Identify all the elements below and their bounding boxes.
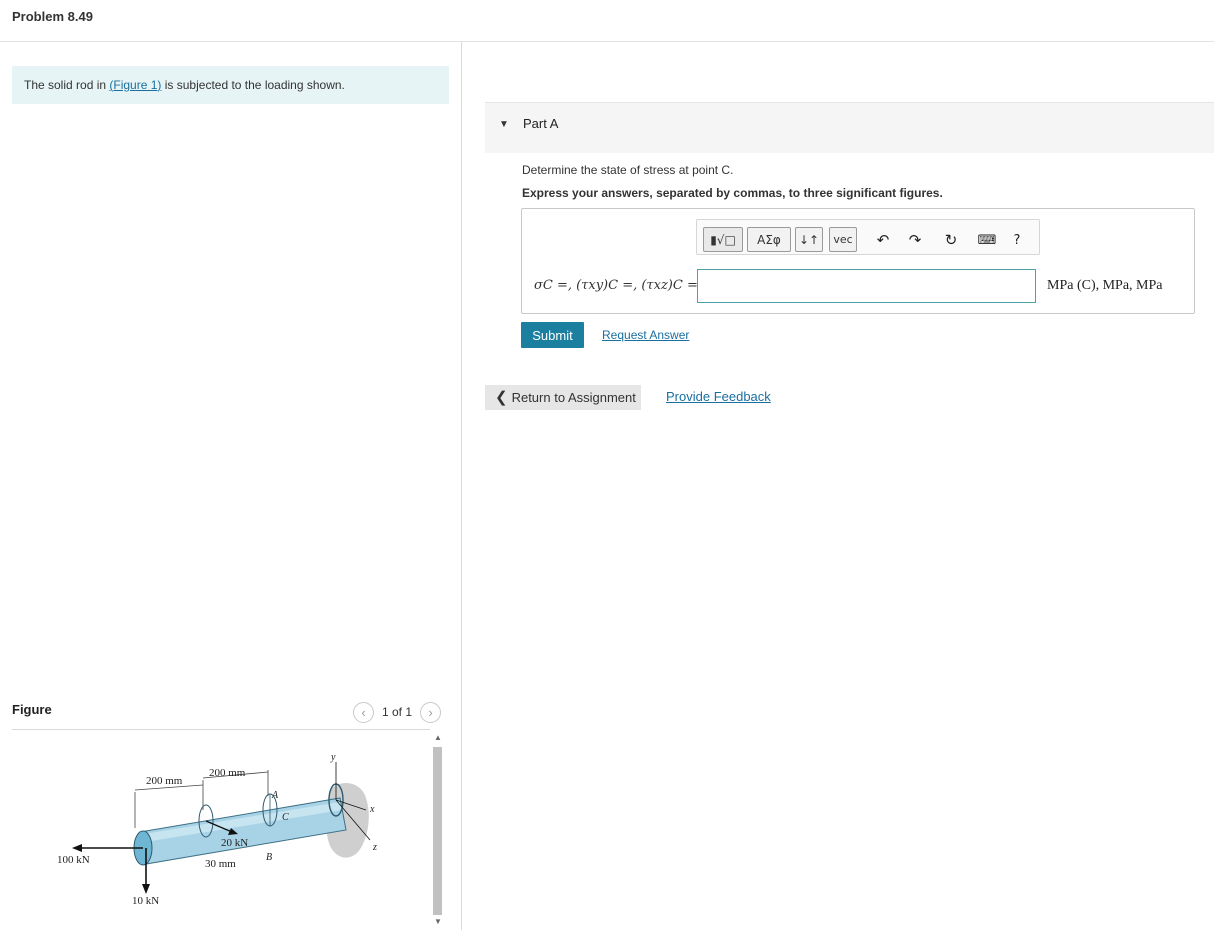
force-20-label: 20 kN xyxy=(221,837,248,849)
keyboard-icon[interactable]: ⌨ xyxy=(977,229,997,251)
scroll-down-icon[interactable]: ▼ xyxy=(434,917,442,926)
problem-intro: The solid rod in (Figure 1) is subjected… xyxy=(12,66,449,104)
column-divider xyxy=(461,42,462,930)
provide-feedback-link[interactable]: Provide Feedback xyxy=(666,389,771,404)
math-toolbar: ▮√□ ΑΣφ ↓↑ vec ↶ ↷ ↻ ⌨ ? xyxy=(696,219,1040,255)
fraction-sqrt-icon: ▮√□ xyxy=(710,232,736,247)
page-title: Problem 8.49 xyxy=(12,9,93,24)
axis-z-label: z xyxy=(372,842,377,853)
force-100-label: 100 kN xyxy=(57,854,90,866)
reset-icon[interactable]: ↻ xyxy=(941,229,961,251)
figure-pager: ‹ 1 of 1 › xyxy=(353,701,442,723)
help-button[interactable]: ? xyxy=(1007,229,1027,251)
answer-input[interactable] xyxy=(697,269,1036,303)
chevron-left-icon: ‹ xyxy=(361,704,366,720)
sort-button[interactable]: ↓↑ xyxy=(795,227,823,252)
intro-suffix: is subjected to the loading shown. xyxy=(161,78,345,92)
radius-label: 30 mm xyxy=(205,858,236,870)
dim-left-label: 200 mm xyxy=(146,775,183,787)
return-label: Return to Assignment xyxy=(511,390,636,405)
redo-icon[interactable]: ↷ xyxy=(905,229,925,251)
chevron-left-icon: ❮ xyxy=(495,389,508,406)
undo-icon[interactable]: ↶ xyxy=(873,229,893,251)
intro-prefix: The solid rod in xyxy=(24,78,110,92)
dim-right-label: 200 mm xyxy=(209,767,246,779)
shear-force-arrow xyxy=(142,884,150,894)
figure-link[interactable]: (Figure 1) xyxy=(109,78,161,92)
return-to-assignment-button[interactable]: ❮ Return to Assignment xyxy=(485,385,641,410)
answer-label: σC =, (τxy)C =, (τxz)C = xyxy=(534,278,698,293)
point-b-label: B xyxy=(266,852,272,863)
force-10-label: 10 kN xyxy=(132,895,159,907)
axial-force-arrow xyxy=(72,844,82,852)
prev-figure-button[interactable]: ‹ xyxy=(353,701,374,723)
submit-button[interactable]: Submit xyxy=(521,322,584,348)
answer-box: ▮√□ ΑΣφ ↓↑ vec ↶ ↷ ↻ ⌨ ? σC =, (τxy)C =,… xyxy=(521,208,1195,314)
figure-divider xyxy=(12,729,430,730)
answer-units: MPa (C), MPa, MPa xyxy=(1047,278,1163,293)
part-title: Part A xyxy=(523,116,559,131)
scroll-up-icon[interactable]: ▲ xyxy=(434,733,442,742)
rod-figure: 200 mm 200 mm 100 kN 10 kN 20 kN 30 mm A… xyxy=(57,752,377,907)
caret-down-icon[interactable]: ▼ xyxy=(499,119,509,130)
question-instruction: Express your answers, separated by comma… xyxy=(522,186,943,200)
point-c-label: C xyxy=(282,812,289,823)
axis-y-label: y xyxy=(330,752,336,763)
figure-scrollbar[interactable]: ▲ ▼ xyxy=(430,731,446,930)
vec-button[interactable]: vec xyxy=(829,227,857,252)
page-header: Problem 8.49 xyxy=(0,0,1214,42)
question-prompt: Determine the state of stress at point C… xyxy=(522,163,734,177)
chevron-right-icon: › xyxy=(428,704,433,720)
next-figure-button[interactable]: › xyxy=(420,701,442,723)
point-a-label: A xyxy=(271,790,279,801)
axis-x-label: x xyxy=(369,804,375,815)
figure-page-count: 1 of 1 xyxy=(382,705,413,719)
greek-button[interactable]: ΑΣφ xyxy=(747,227,791,252)
request-answer-link[interactable]: Request Answer xyxy=(602,328,689,342)
figure-label: Figure xyxy=(12,702,52,717)
part-a-header[interactable]: ▼ Part A xyxy=(485,102,1214,153)
template-button[interactable]: ▮√□ xyxy=(703,227,743,252)
scroll-thumb[interactable] xyxy=(433,747,442,915)
